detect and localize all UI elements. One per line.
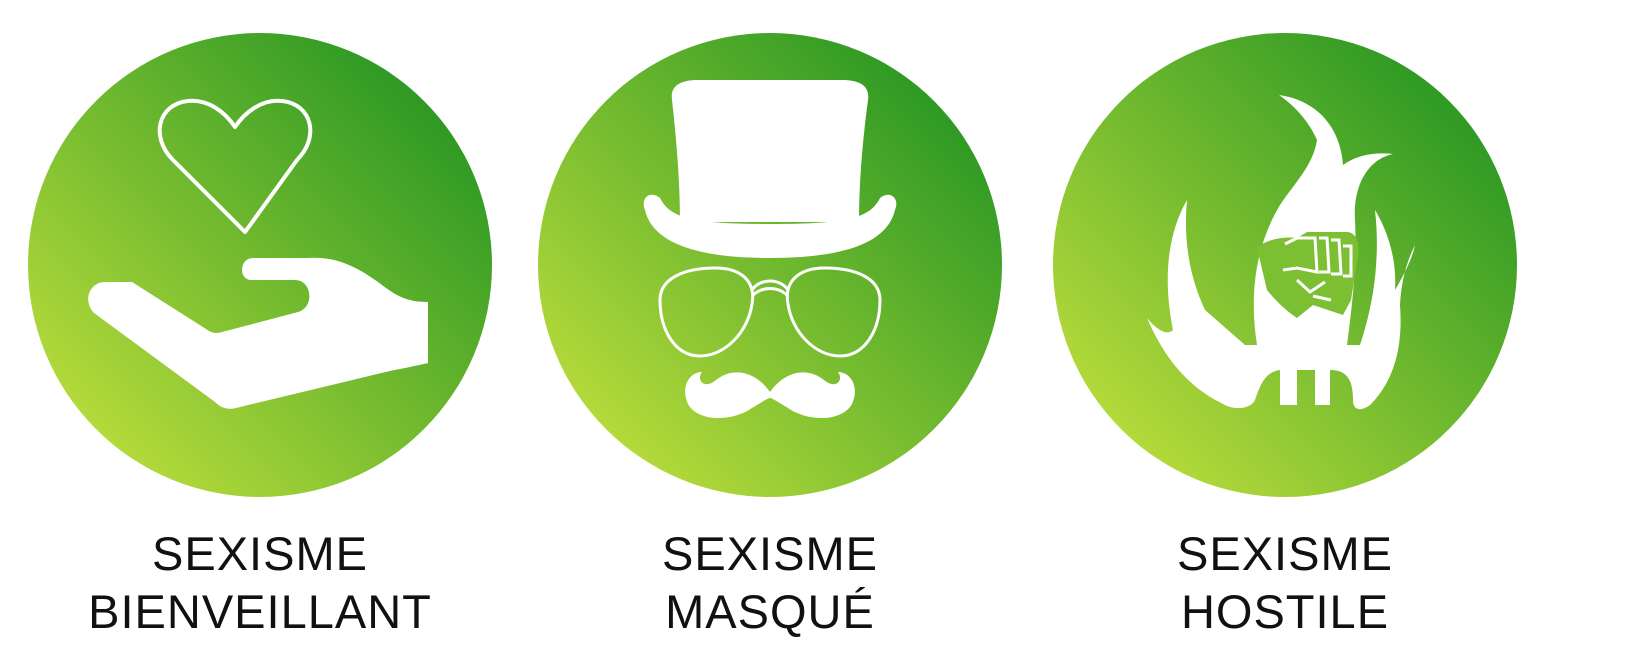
caption-masked: SEXISME MASQUÉ — [520, 525, 1020, 641]
badge-benevolent — [28, 33, 492, 497]
caption-line1: SEXISME — [662, 527, 878, 580]
caption-line1: SEXISME — [152, 527, 368, 580]
panel-benevolent: SEXISME BIENVEILLANT — [10, 0, 510, 669]
caption-line2: MASQUÉ — [665, 585, 875, 638]
badge-hostile — [1053, 33, 1517, 497]
caption-benevolent: SEXISME BIENVEILLANT — [10, 525, 510, 641]
badge-masked — [538, 33, 1002, 497]
caption-line2: BIENVEILLANT — [88, 585, 432, 638]
panel-hostile: SEXISME HOSTILE — [1035, 0, 1535, 669]
panel-masked: SEXISME MASQUÉ — [520, 0, 1020, 669]
caption-hostile: SEXISME HOSTILE — [1035, 525, 1535, 641]
caption-line2: HOSTILE — [1180, 585, 1390, 638]
top-hat-icon — [671, 80, 869, 222]
caption-line1: SEXISME — [1177, 527, 1393, 580]
